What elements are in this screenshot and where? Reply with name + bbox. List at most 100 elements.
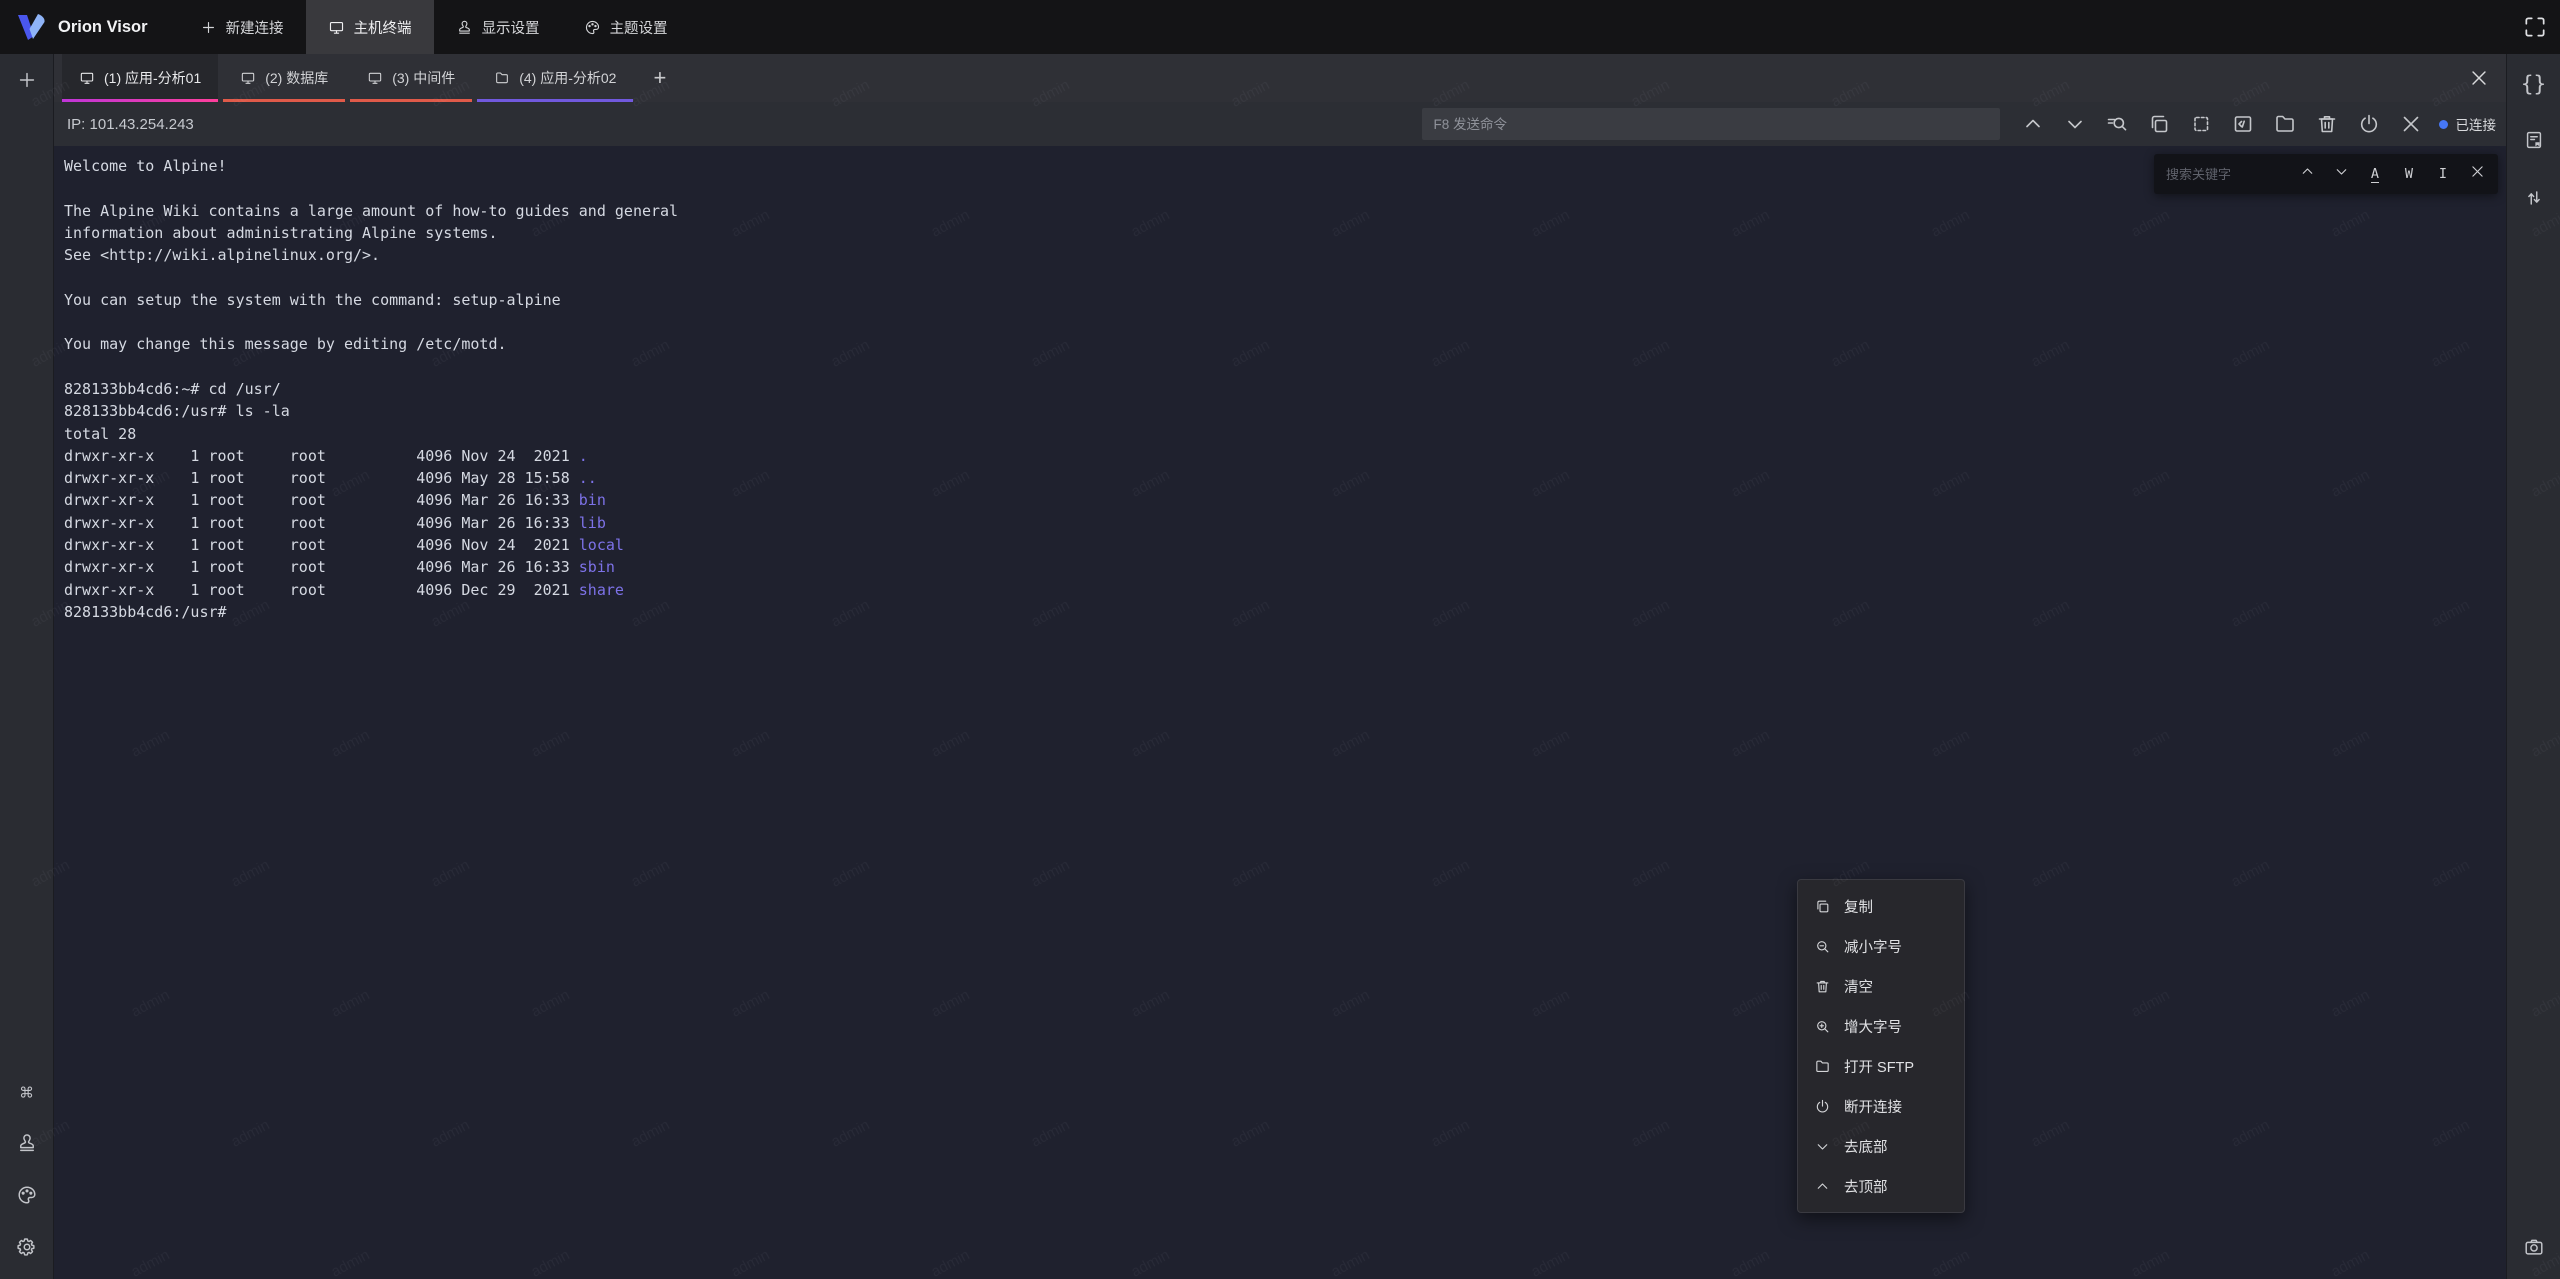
copy-button[interactable] [2147, 112, 2171, 136]
screenshot-button[interactable] [2520, 1235, 2548, 1263]
clear-button[interactable] [2315, 112, 2339, 136]
connection-bar: IP: 101.43.254.243 已连接 [54, 102, 2506, 146]
terminal-text: drwxr-xr-x 1 root root 4096 Mar 26 16:33 [64, 558, 579, 576]
terminal-output: Welcome to Alpine! The Alpine Wiki conta… [54, 146, 2506, 623]
theme-settings-button[interactable] [13, 1183, 41, 1211]
copy-icon [2147, 123, 2171, 140]
whole-word-button[interactable]: W [2399, 164, 2419, 184]
tab-label: (2) 数据库 [265, 68, 328, 88]
context-menu-label: 去底部 [1844, 1136, 1888, 1157]
search-prev-button[interactable] [2297, 164, 2317, 184]
tab-middleware[interactable]: (3) 中间件 [350, 54, 472, 102]
top-menu: 新建连接 主机终端显示设置 主题设置 [178, 0, 690, 54]
tab-database[interactable]: (2) 数据库 [223, 54, 345, 102]
search-next-button[interactable] [2331, 164, 2351, 184]
regex-button-glyph: I [2439, 165, 2447, 183]
menu-clear[interactable]: 清空 [1798, 966, 1964, 1006]
gear-icon [16, 1236, 38, 1263]
status-dot [2439, 120, 2448, 129]
orion-visor-logo [16, 12, 48, 42]
top-bar: Orion Visor 新建连接主机终端显示设置主题设置 [0, 0, 2560, 54]
folder-icon [2273, 123, 2297, 140]
menu-go-bottom[interactable]: 去底部 [1798, 1126, 1964, 1166]
match-case-button-glyph: A [2371, 165, 2379, 183]
tab-label: (3) 中间件 [392, 68, 455, 88]
paste-icon [2189, 123, 2213, 140]
directory-name: lib [579, 514, 606, 532]
terminal-screen[interactable]: Welcome to Alpine! The Alpine Wiki conta… [54, 146, 2506, 1279]
terminal-text: drwxr-xr-x 1 root root 4096 Nov 24 2021 [64, 536, 579, 554]
command-snippet-button[interactable] [2520, 128, 2548, 156]
terminal-toolbar [2012, 112, 2432, 136]
scroll-down-button[interactable] [2063, 112, 2087, 136]
tab-app-analysis-01[interactable]: (1) 应用-分析01 [62, 54, 218, 102]
terminal-text: See <http://wiki.alpinelinux.org/>. [64, 246, 380, 264]
menu-font-smaller[interactable]: 减小字号 [1798, 926, 1964, 966]
disconnect-button[interactable] [2357, 112, 2381, 136]
directory-name: bin [579, 491, 606, 509]
directory-name: share [579, 581, 624, 599]
settings-button[interactable] [13, 1235, 41, 1263]
terminal-text: information about administrating Alpine … [64, 224, 497, 242]
fullscreen-icon[interactable] [2522, 14, 2548, 40]
close-icon [2469, 163, 2486, 185]
insert-command-button[interactable] [2231, 112, 2255, 136]
search-button[interactable] [2105, 112, 2129, 136]
chevron-up-icon [1814, 1178, 1831, 1195]
add-tab-button[interactable]: + [638, 67, 681, 89]
terminal-line: See <http://wiki.alpinelinux.org/>. [64, 244, 2506, 266]
terminal-line: total 28 [64, 423, 2506, 445]
whole-word-button-glyph: W [2405, 165, 2413, 183]
paste-button[interactable] [2189, 112, 2213, 136]
context-menu-label: 打开 SFTP [1844, 1056, 1914, 1077]
search-keyword-input[interactable] [2154, 167, 2290, 182]
terminal-text: total 28 [64, 425, 136, 443]
transfer-list-button[interactable] [2520, 186, 2548, 214]
directory-name: sbin [579, 558, 615, 576]
send-command-input[interactable] [1422, 108, 2000, 140]
variables-button[interactable]: {} [2520, 70, 2548, 98]
terminal-text: drwxr-xr-x 1 root root 4096 May 28 15:58 [64, 469, 579, 487]
monitor-icon [240, 70, 256, 86]
terminal-line: information about administrating Alpine … [64, 222, 2506, 244]
menu-display-settings[interactable]: 显示设置 [434, 0, 562, 54]
new-tab-button[interactable] [13, 68, 41, 96]
terminal-line [64, 356, 2506, 378]
search-close-button[interactable] [2467, 164, 2487, 184]
scroll-up-button[interactable] [2021, 112, 2045, 136]
menu-disconnect[interactable]: 断开连接 [1798, 1086, 1964, 1126]
menu-label: 主题设置 [610, 17, 668, 38]
sftp-button[interactable] [2273, 112, 2297, 136]
plus-icon [16, 69, 38, 96]
terminal-text: drwxr-xr-x 1 root root 4096 Mar 26 16:33 [64, 514, 579, 532]
close-terminal-button[interactable] [2399, 112, 2423, 136]
menu-font-larger[interactable]: 增大字号 [1798, 1006, 1964, 1046]
menu-label: 新建连接 [226, 17, 284, 38]
match-case-button[interactable]: A [2365, 164, 2385, 184]
menu-go-top[interactable]: 去顶部 [1798, 1166, 1964, 1206]
terminal-line [64, 311, 2506, 333]
copy-icon [1814, 898, 1831, 915]
palette-icon [584, 19, 601, 36]
regex-button[interactable]: I [2433, 164, 2453, 184]
main-area: ⌘ (1) 应用-分析01 (2) 数据库 (3) 中间件 (4) 应用-分析02 +… [0, 54, 2560, 1279]
close-all-tabs-icon[interactable] [2468, 67, 2490, 89]
right-sidebar: {} [2506, 54, 2560, 1279]
tab-app-analysis-02[interactable]: (4) 应用-分析02 [477, 54, 633, 102]
menu-theme-settings[interactable]: 主题设置 [562, 0, 690, 54]
menu-copy[interactable]: 复制 [1798, 886, 1964, 926]
monitor-icon [328, 19, 345, 36]
display-settings-button[interactable] [13, 1131, 41, 1159]
context-menu-label: 清空 [1844, 976, 1873, 997]
terminal-text: 828133bb4cd6:~# cd /usr/ [64, 380, 281, 398]
plus-icon [200, 19, 217, 36]
terminal-text: drwxr-xr-x 1 root root 4096 Nov 24 2021 [64, 447, 579, 465]
terminal-line: You can setup the system with the comman… [64, 289, 2506, 311]
menu-host-terminal[interactable]: 主机终端 [306, 0, 434, 54]
menu-new-connection[interactable]: 新建连接 [178, 0, 306, 54]
menu-open-sftp[interactable]: 打开 SFTP [1798, 1046, 1964, 1086]
chevron-down-icon [2063, 123, 2087, 140]
zoom-out-icon [1814, 938, 1831, 955]
terminal-text: You may change this message by editing /… [64, 335, 507, 353]
shortcut-keys-button[interactable]: ⌘ [13, 1079, 41, 1107]
